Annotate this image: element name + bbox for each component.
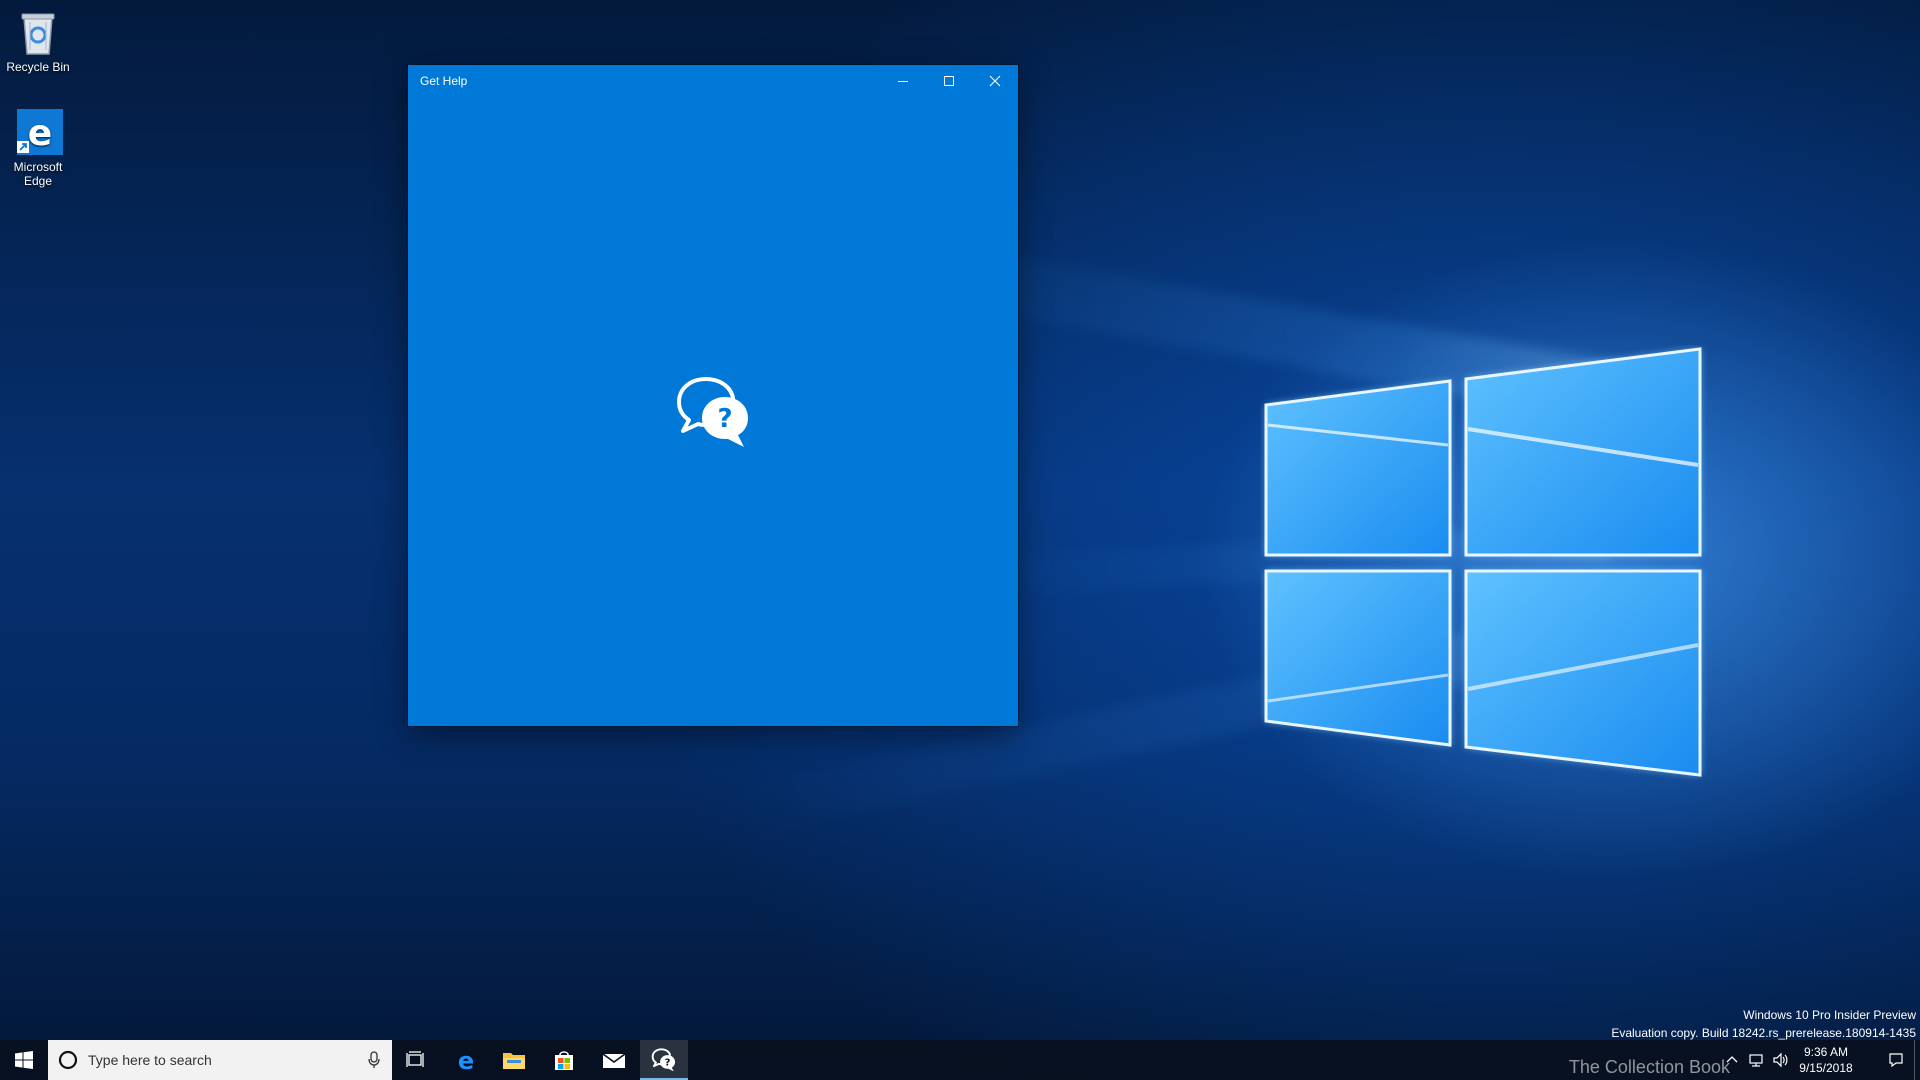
clock-time: 9:36 AM: [1803, 1045, 1849, 1059]
folder-icon: [503, 1053, 525, 1069]
store-icon: [555, 1051, 573, 1070]
clock[interactable]: 9:36 AM 9/15/2018: [1786, 1044, 1866, 1076]
taskbar: Type here to search e ? 9:36 AM 9/15/201…: [0, 1040, 1920, 1080]
close-button[interactable]: [972, 65, 1018, 97]
minimize-button[interactable]: [880, 65, 926, 97]
get-help-window[interactable]: Get Help ?: [408, 65, 1018, 726]
desktop-icon-microsoft-edge[interactable]: e Microsoft Edge: [0, 108, 76, 188]
search-placeholder: Type here to search: [88, 1052, 212, 1068]
chat-question-icon: ?: [651, 1048, 676, 1072]
title-bar[interactable]: Get Help: [408, 65, 1018, 97]
maximize-button[interactable]: [926, 65, 972, 97]
cortana-icon: [58, 1050, 78, 1070]
task-view-button[interactable]: [392, 1040, 440, 1080]
svg-text:e: e: [28, 113, 52, 154]
clock-date: 9/15/2018: [1799, 1061, 1853, 1075]
close-icon: [989, 75, 1001, 87]
edge-taskbar-button[interactable]: e: [442, 1040, 490, 1080]
recycle-bin-icon: [16, 8, 60, 56]
svg-text:e: e: [458, 1048, 474, 1072]
svg-text:?: ?: [717, 404, 732, 434]
minimize-icon: [898, 81, 908, 82]
windows-start-icon: [15, 1051, 33, 1069]
build-watermark: Windows 10 Pro Insider Preview Evaluatio…: [1611, 1006, 1916, 1042]
microphone-icon[interactable]: [368, 1051, 380, 1069]
desktop-icon-label: Microsoft Edge: [13, 160, 63, 188]
svg-text:?: ?: [665, 1058, 671, 1069]
get-help-taskbar-button[interactable]: ?: [640, 1040, 688, 1080]
desktop: Recycle Bin e Microsoft Edge Get Help ? …: [0, 0, 1920, 1080]
window-title: Get Help: [420, 74, 468, 88]
mail-button[interactable]: [590, 1040, 638, 1080]
network-icon[interactable]: [1748, 1052, 1764, 1068]
watermark-edition: Windows 10 Pro Insider Preview: [1743, 1008, 1916, 1022]
edge-icon: e: [16, 108, 63, 156]
store-button[interactable]: [540, 1040, 588, 1080]
chat-question-icon: ?: [677, 377, 748, 447]
desktop-icon-recycle-bin[interactable]: Recycle Bin: [0, 8, 76, 74]
desktop-icon-label: Recycle Bin: [6, 60, 70, 74]
edge-icon: e: [458, 1048, 474, 1072]
search-box[interactable]: Type here to search: [48, 1040, 392, 1080]
mail-icon: [602, 1053, 626, 1068]
action-center-icon[interactable]: [1888, 1052, 1904, 1068]
watermark-overlay: The Collection Book: [1568, 1057, 1730, 1077]
start-button[interactable]: [0, 1040, 48, 1080]
task-view-icon: [406, 1051, 424, 1067]
show-desktop-button[interactable]: [1914, 1040, 1920, 1080]
file-explorer-button[interactable]: [490, 1040, 538, 1080]
maximize-icon: [944, 76, 954, 86]
windows-logo-wallpaper: [1264, 347, 1702, 777]
